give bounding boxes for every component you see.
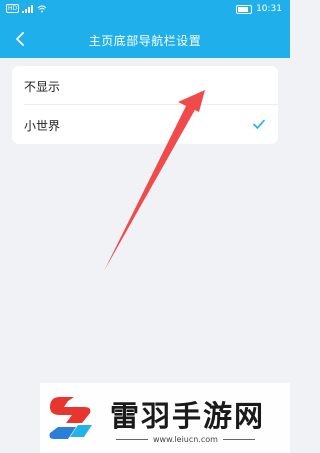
page-title: 主页底部导航栏设置 — [88, 34, 202, 48]
watermark-url: www.leiucn.com — [153, 435, 218, 444]
status-time: 10:31 — [256, 4, 282, 14]
status-bar: HD 10:31 — [0, 0, 290, 20]
option-hide[interactable]: 不显示 — [12, 66, 278, 105]
signal-icon — [22, 4, 34, 13]
status-right: 10:31 — [236, 4, 282, 14]
battery-icon — [236, 4, 253, 14]
hd-badge: HD — [6, 4, 20, 13]
watermark-url-row: www.leiucn.com — [116, 435, 255, 444]
options-card: 不显示 小世界 — [12, 66, 278, 144]
watermark-logo — [49, 397, 92, 439]
watermark-name: 雷羽手游网 — [110, 399, 266, 433]
wifi-icon — [37, 5, 47, 12]
option-label: 不显示 — [24, 80, 61, 94]
divider — [116, 439, 148, 440]
watermark: 雷羽手游网 www.leiucn.com — [40, 383, 290, 453]
title-bar: 主页底部导航栏设置 — [0, 26, 290, 54]
option-label: 小世界 — [24, 119, 61, 133]
header: HD 10:31 主页底部导航栏设置 — [0, 0, 290, 58]
option-small-world[interactable]: 小世界 — [12, 105, 278, 144]
status-left: HD — [6, 4, 47, 13]
check-icon — [253, 119, 265, 129]
divider — [222, 439, 255, 440]
